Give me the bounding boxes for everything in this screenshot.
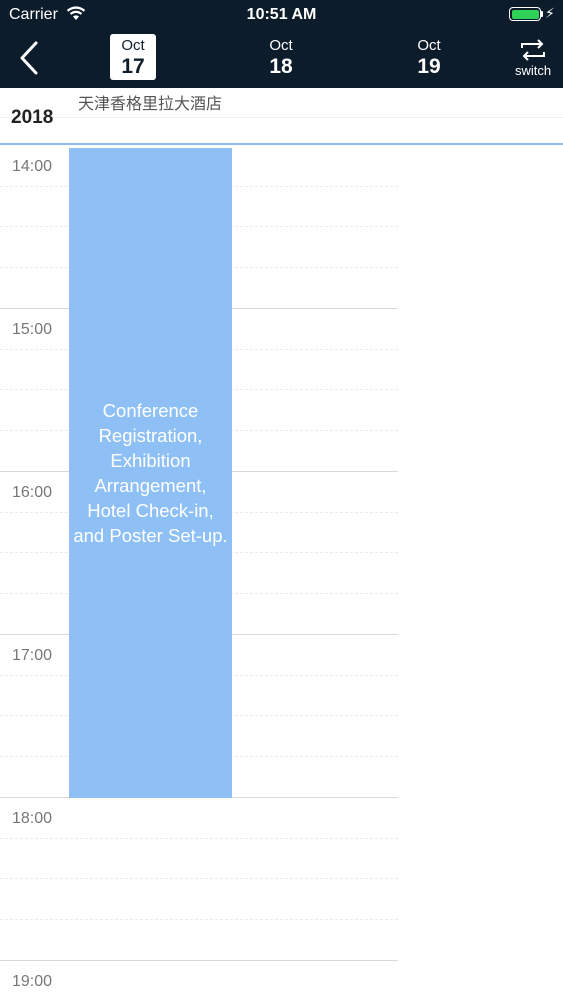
grid-line-minor <box>0 919 398 920</box>
date-tab-day: 19 <box>417 55 441 78</box>
date-tab-oct-19[interactable]: Oct 19 <box>406 34 452 80</box>
date-tab-oct-17[interactable]: Oct 17 <box>110 34 156 80</box>
switch-button[interactable]: switch <box>508 36 558 80</box>
header-accent-line <box>0 143 563 145</box>
event-title: Conference Registration, Exhibition Arra… <box>73 400 228 546</box>
date-tab-month: Oct <box>417 37 441 54</box>
battery-icon <box>509 7 541 21</box>
hour-label: 18:00 <box>12 810 53 827</box>
hour-label: 19:00 <box>12 973 53 990</box>
charging-bolt-icon: ⚡ <box>545 5 555 21</box>
day-timeline[interactable]: 14:00 15:00 16:00 17:00 18:00 19:00 Conf… <box>0 146 563 1000</box>
top-bar: Carrier 10:51 AM ⚡ Oct 17 Oct 18 Oct 19 <box>0 0 563 88</box>
date-tab-day: 17 <box>121 55 145 78</box>
hour-label: 15:00 <box>12 321 53 338</box>
venue-column-header: 天津香格里拉大酒店 <box>77 96 222 113</box>
repeat-arrows-icon <box>521 39 545 61</box>
back-button[interactable] <box>10 36 50 80</box>
chevron-left-icon <box>20 41 38 75</box>
switch-label: switch <box>514 63 552 78</box>
hour-label: 17:00 <box>12 647 53 664</box>
event-block[interactable]: Conference Registration, Exhibition Arra… <box>69 148 232 798</box>
column-header-row: 2018 天津香格里拉大酒店 <box>0 88 563 145</box>
hour-label: 16:00 <box>12 484 53 501</box>
battery-tip <box>541 11 543 17</box>
date-tab-oct-18[interactable]: Oct 18 <box>258 34 304 80</box>
date-tab-month: Oct <box>269 37 293 54</box>
status-time: 10:51 AM <box>246 6 317 23</box>
year-label: 2018 <box>11 107 54 128</box>
date-tab-month: Oct <box>121 37 145 54</box>
date-tab-day: 18 <box>269 55 293 78</box>
status-bar: Carrier 10:51 AM ⚡ <box>0 0 563 30</box>
header-divider <box>0 117 563 118</box>
grid-line-minor <box>0 838 398 839</box>
grid-line-hour <box>0 960 398 961</box>
grid-line-minor <box>0 878 398 879</box>
hour-label: 14:00 <box>12 158 53 175</box>
